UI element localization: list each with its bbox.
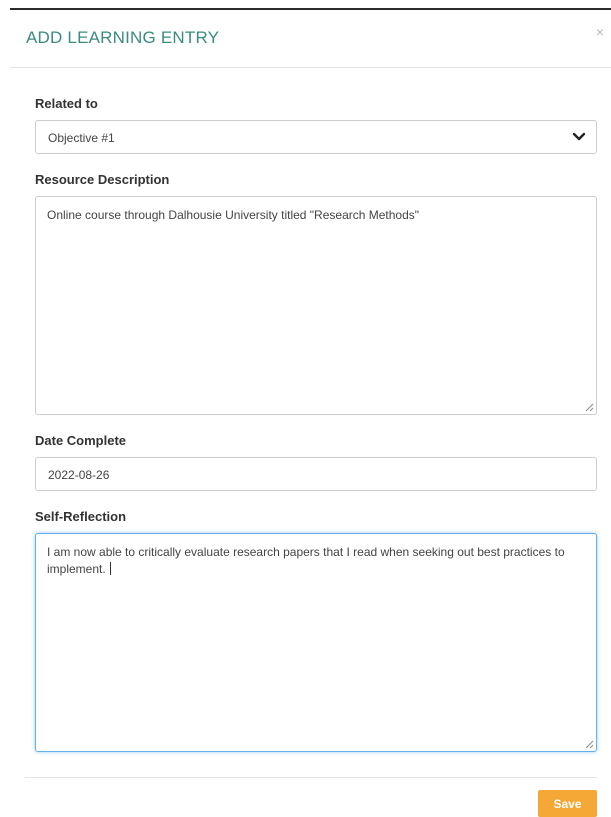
related-to-select[interactable]: Objective #1: [35, 120, 597, 154]
text-cursor: [109, 562, 111, 575]
date-complete-input[interactable]: 2022-08-26: [35, 457, 597, 491]
modal-header: ADD LEARNING ENTRY ×: [10, 10, 611, 68]
date-complete-value: 2022-08-26: [48, 468, 110, 482]
save-button[interactable]: Save: [538, 790, 597, 817]
related-to-label: Related to: [35, 96, 98, 111]
close-icon[interactable]: ×: [596, 25, 604, 39]
chevron-down-icon: [572, 132, 586, 141]
resource-description-label: Resource Description: [35, 172, 170, 187]
modal-title: ADD LEARNING ENTRY: [26, 28, 220, 47]
resource-description-textarea[interactable]: Online course through Dalhousie Universi…: [35, 196, 597, 415]
footer-divider: [25, 777, 597, 778]
resize-grip-icon[interactable]: [584, 402, 594, 412]
self-reflection-text: I am now able to critically evaluate res…: [47, 545, 565, 576]
resize-grip-icon[interactable]: [584, 739, 594, 749]
related-to-value: Objective #1: [48, 131, 115, 145]
add-learning-entry-modal: ADD LEARNING ENTRY × Related to Objectiv…: [0, 0, 611, 817]
date-complete-label: Date Complete: [35, 433, 127, 448]
resource-description-text: Online course through Dalhousie Universi…: [47, 208, 420, 222]
self-reflection-label: Self-Reflection: [35, 509, 127, 524]
self-reflection-textarea[interactable]: I am now able to critically evaluate res…: [35, 533, 597, 752]
